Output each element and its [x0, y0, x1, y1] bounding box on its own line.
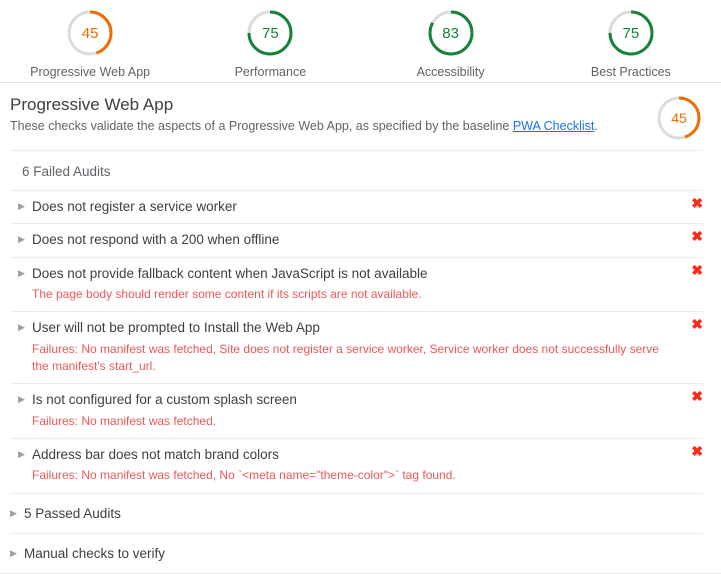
fail-x-icon: ✖: [691, 316, 703, 333]
chevron-right-icon[interactable]: ▶: [18, 202, 32, 211]
table-row[interactable]: ▶ Is not configured for a custom splash …: [10, 383, 703, 438]
pwa-checklist-link[interactable]: PWA Checklist: [513, 119, 595, 133]
score-item-accessibility[interactable]: 83 Accessibility: [361, 8, 541, 79]
audit-detail: Failures: No manifest was fetched, No `<…: [32, 468, 456, 483]
audit-detail: The page body should render some content…: [32, 286, 422, 301]
category-header: Progressive Web App These checks validat…: [0, 83, 721, 148]
category-description: These checks validate the aspects of a P…: [10, 118, 703, 135]
chevron-right-icon[interactable]: ▶: [18, 449, 32, 459]
chevron-right-icon[interactable]: ▶: [18, 268, 32, 278]
failed-audits-heading: 6 Failed Audits: [10, 150, 703, 190]
audit-title: User will not be prompted to Install the…: [32, 320, 320, 336]
score-gauge-pwa: 45: [65, 8, 115, 58]
audit-title: Address bar does not match brand colors: [32, 446, 279, 462]
score-value-performance: 75: [262, 24, 279, 42]
category-description-suffix: .: [594, 119, 598, 134]
fail-x-icon: ✖: [691, 442, 703, 459]
passed-audits-toggle[interactable]: ▶ 5 Passed Audits: [10, 492, 703, 533]
manual-checks-label: Manual checks to verify: [24, 545, 166, 561]
audit-title: Is not configured for a custom splash sc…: [32, 392, 297, 408]
score-value-best-practices: 75: [622, 24, 640, 42]
chevron-right-icon[interactable]: ▶: [10, 508, 24, 518]
chevron-right-icon[interactable]: ▶: [18, 395, 32, 404]
score-summary-strip: 45 Progressive Web App 75 Performance 83…: [0, 0, 721, 82]
fail-x-icon: ✖: [691, 228, 703, 245]
manual-checks-toggle[interactable]: ▶ Manual checks to verify: [10, 532, 703, 573]
audit-title: Does not respond with a 200 when offline: [32, 232, 280, 248]
table-row[interactable]: ▶ Address bar does not match brand color…: [10, 437, 703, 493]
page-title: Progressive Web App: [10, 95, 174, 114]
score-item-pwa[interactable]: 45 Progressive Web App: [0, 8, 180, 79]
score-label-performance: Performance: [234, 65, 307, 79]
score-label-pwa: Progressive Web App: [30, 65, 151, 79]
chevron-right-icon[interactable]: ▶: [18, 235, 32, 244]
failed-audits-group: 6 Failed Audits ▶ Does not register a se…: [0, 150, 721, 492]
score-item-performance[interactable]: 75 Performance: [180, 8, 360, 79]
category-score-gauge: 45: [655, 94, 703, 142]
category-description-text: These checks validate the aspects of a P…: [10, 119, 513, 134]
score-label-accessibility: Accessibility: [416, 65, 485, 79]
pwa-category-card: Progressive Web App These checks validat…: [0, 82, 721, 574]
table-row[interactable]: ▶ Does not provide fallback content when…: [10, 256, 703, 312]
table-row[interactable]: ▶ Does not respond with a 200 when offli…: [10, 223, 703, 256]
score-gauge-accessibility: 83: [426, 8, 476, 58]
score-value-accessibility: 83: [442, 24, 459, 42]
score-item-best-practices[interactable]: 75 Best Practices: [541, 8, 721, 79]
collapsed-groups: ▶ 5 Passed Audits ▶ Manual checks to ver…: [0, 492, 721, 573]
chevron-right-icon[interactable]: ▶: [18, 323, 32, 332]
score-label-best-practices: Best Practices: [590, 65, 671, 79]
score-gauge-best-practices: 75: [606, 8, 656, 58]
table-row[interactable]: ▶ User will not be prompted to Install t…: [10, 311, 703, 383]
score-gauge-performance: 75: [245, 8, 295, 58]
audit-title: Does not provide fallback content when J…: [32, 265, 428, 281]
fail-x-icon: ✖: [691, 388, 703, 405]
fail-x-icon: ✖: [691, 195, 703, 212]
audit-detail: Failures: No manifest was fetched.: [32, 413, 217, 428]
category-score-value: 45: [671, 110, 687, 126]
score-value-pwa: 45: [81, 24, 99, 42]
audit-detail: Failures: No manifest was fetched, Site …: [32, 341, 659, 373]
table-row[interactable]: ▶ Does not register a service worker ✖: [10, 190, 703, 223]
fail-x-icon: ✖: [691, 261, 703, 278]
chevron-right-icon[interactable]: ▶: [10, 548, 24, 558]
audit-title: Does not register a service worker: [32, 199, 237, 215]
